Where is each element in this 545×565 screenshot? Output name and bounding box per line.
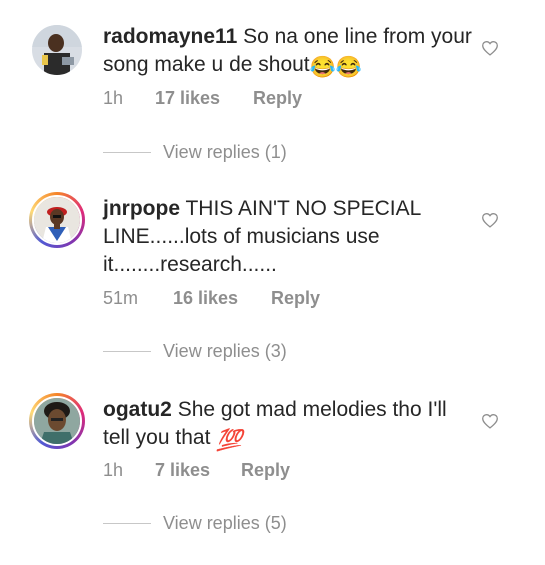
view-replies-label: View replies (3) — [163, 341, 287, 361]
comment-time: 1h — [103, 460, 124, 480]
heart-outline-icon[interactable] — [481, 40, 499, 56]
view-replies-label: View replies (1) — [163, 142, 287, 162]
comment-emoji: 😂😂 — [309, 56, 362, 79]
view-replies-divider — [103, 152, 151, 153]
comment-item: radomayne11 So na one line from your son… — [0, 0, 545, 180]
comment-likes[interactable]: 7 likes — [155, 460, 241, 481]
view-replies-button[interactable]: View replies (5) — [103, 513, 287, 534]
view-replies-button[interactable]: View replies (3) — [103, 341, 287, 362]
view-replies-button[interactable]: View replies (1) — [103, 142, 287, 163]
view-replies-divider — [103, 351, 151, 352]
reply-button[interactable]: Reply — [271, 288, 320, 309]
comment-likes[interactable]: 17 likes — [155, 88, 253, 109]
avatar[interactable] — [29, 192, 85, 248]
reply-button[interactable]: Reply — [241, 460, 290, 481]
heart-outline-icon[interactable] — [481, 413, 499, 429]
profile-photo-icon — [34, 398, 80, 444]
comment-emoji: 💯 — [216, 429, 243, 452]
heart-outline-icon[interactable] — [481, 212, 499, 228]
comment-username[interactable]: ogatu2 — [103, 398, 172, 421]
comment-item: jnrpope THIS AIN'T NO SPECIAL LINE......… — [0, 180, 545, 380]
comment-meta: 1h 7 likes Reply — [103, 460, 290, 481]
comment-time: 51m — [103, 288, 139, 308]
avatar[interactable] — [29, 393, 85, 449]
comment-meta: 1h 17 likes Reply — [103, 88, 302, 109]
avatar[interactable] — [32, 25, 82, 75]
view-replies-label: View replies (5) — [163, 513, 287, 533]
comment-username[interactable]: radomayne11 — [103, 25, 237, 48]
comment-text-block: radomayne11 So na one line from your son… — [103, 23, 473, 82]
avatar-image — [32, 396, 82, 446]
comment-meta: 51m 16 likes Reply — [103, 288, 320, 309]
reply-button[interactable]: Reply — [253, 88, 302, 109]
profile-photo-icon — [34, 197, 80, 243]
profile-photo-icon — [32, 25, 82, 75]
comment-item: ogatu2 She got mad melodies tho I'll tel… — [0, 385, 545, 565]
view-replies-divider — [103, 523, 151, 524]
comment-text-block: ogatu2 She got mad melodies tho I'll tel… — [103, 396, 473, 455]
comment-username[interactable]: jnrpope — [103, 197, 180, 220]
comment-text-block: jnrpope THIS AIN'T NO SPECIAL LINE......… — [103, 195, 473, 279]
comment-likes[interactable]: 16 likes — [173, 288, 271, 309]
avatar-image — [32, 195, 82, 245]
comment-time: 1h — [103, 88, 124, 108]
